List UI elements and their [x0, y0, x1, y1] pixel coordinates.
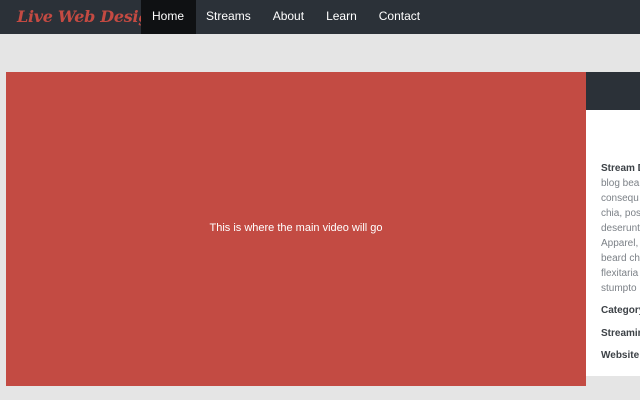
nav-about[interactable]: About: [262, 0, 315, 34]
stream-description-line: stumpto: [601, 283, 637, 294]
stream-description-line: deserunt: [601, 223, 640, 234]
stream-description-line: blog bea: [601, 178, 640, 189]
nav-contact[interactable]: Contact: [368, 0, 431, 34]
stream-description-label: Stream D: [601, 163, 640, 174]
nav-learn[interactable]: Learn: [315, 0, 368, 34]
stream-sidebar: Stream D blog bea consequ chia, pos dese…: [586, 72, 640, 376]
nav-home[interactable]: Home: [141, 0, 197, 34]
stream-description-line: flexitaria: [601, 268, 639, 279]
top-navbar: Live Web Design Home Streams About Learn…: [0, 0, 640, 34]
sidebar-header: [586, 72, 640, 110]
streaming-label: Streamir: [601, 328, 640, 339]
stream-description-line: Apparel,: [601, 238, 639, 249]
nav-streams[interactable]: Streams: [196, 0, 262, 34]
main-video-placeholder[interactable]: This is where the main video will go: [6, 72, 586, 386]
sidebar-body: Stream D blog bea consequ chia, pos dese…: [586, 110, 640, 376]
category-label: Category: [601, 305, 640, 316]
main-nav: Home Streams About Learn Contact: [141, 0, 431, 34]
brand-logo[interactable]: Live Web Design: [17, 4, 161, 30]
website-label: Website: [601, 350, 640, 361]
stream-description-line: beard ch: [601, 253, 640, 264]
stream-description-line: chia, pos: [601, 208, 640, 219]
stream-description-line: consequ: [601, 193, 639, 204]
video-placeholder-text: This is where the main video will go: [209, 222, 383, 234]
